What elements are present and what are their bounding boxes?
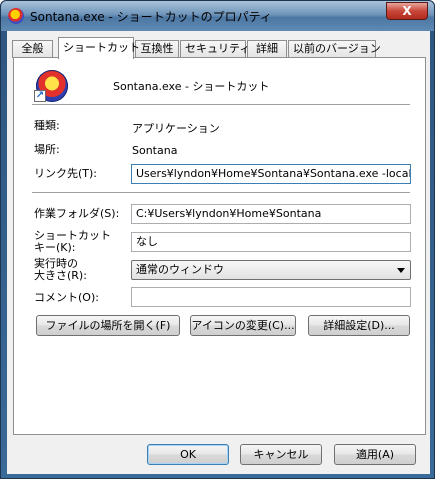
comment-input[interactable]	[131, 287, 411, 307]
tab-compatibility[interactable]: 互換性	[135, 40, 179, 58]
shortcut-overlay-icon: ↗	[34, 90, 46, 102]
tab-previous-versions[interactable]: 以前のバージョン	[288, 40, 381, 58]
dialog-client-area: 全般 ショートカット 互換性 セキュリティ 詳細 以前のバージョン ↗ Sont…	[7, 31, 430, 474]
run-window-select[interactable]: 通常のウィンドウ	[131, 260, 411, 280]
change-icon-button[interactable]: アイコンの変更(C)...	[190, 315, 296, 336]
type-label: 種類:	[34, 119, 60, 132]
run-label-line2: 大きさ(R):	[34, 269, 87, 282]
tab-general[interactable]: 全般	[12, 40, 53, 58]
comment-label: コメント(O):	[34, 291, 99, 304]
tab-details[interactable]: 詳細	[247, 40, 287, 58]
target-input[interactable]: Users¥lyndon¥Home¥Sontana¥Sontana.exe -l…	[131, 164, 411, 184]
hotkey-input[interactable]: なし	[131, 232, 411, 252]
target-label: リンク先(T):	[34, 167, 98, 180]
hotkey-label-line2: キー(K):	[34, 241, 76, 254]
run-window-selected: 通常のウィンドウ	[136, 263, 224, 276]
close-button[interactable]: X	[386, 2, 428, 20]
tab-shortcut[interactable]: ショートカット	[58, 37, 140, 59]
advanced-button[interactable]: 詳細設定(D)...	[308, 315, 410, 336]
window-title: Sontana.exe - ショートカットのプロパティ	[30, 10, 272, 24]
open-file-location-button[interactable]: ファイルの場所を開く(F)	[36, 315, 180, 336]
start-in-input[interactable]: C:¥Users¥lyndon¥Home¥Sontana	[131, 204, 411, 224]
type-value: アプリケーション	[132, 122, 220, 135]
properties-window: Sontana.exe - ショートカットのプロパティ X 全般 ショートカット…	[0, 0, 435, 479]
shortcut-tab-panel: ↗ Sontana.exe - ショートカット 種類: アプリケーション 場所:…	[13, 57, 426, 435]
tab-security[interactable]: セキュリティ	[180, 40, 250, 58]
location-value: Sontana	[132, 144, 178, 157]
apply-button[interactable]: 適用(A)	[334, 444, 416, 465]
title-bar[interactable]: Sontana.exe - ショートカットのプロパティ X	[1, 1, 434, 31]
app-icon	[8, 8, 24, 24]
ok-button[interactable]: OK	[147, 444, 229, 465]
shortcut-name: Sontana.exe - ショートカット	[113, 80, 270, 93]
location-label: 場所:	[34, 143, 60, 156]
chevron-down-icon	[397, 268, 405, 273]
cancel-button[interactable]: キャンセル	[240, 444, 322, 465]
separator	[32, 104, 410, 105]
separator	[32, 192, 410, 193]
start-in-label: 作業フォルダ(S):	[34, 207, 120, 220]
